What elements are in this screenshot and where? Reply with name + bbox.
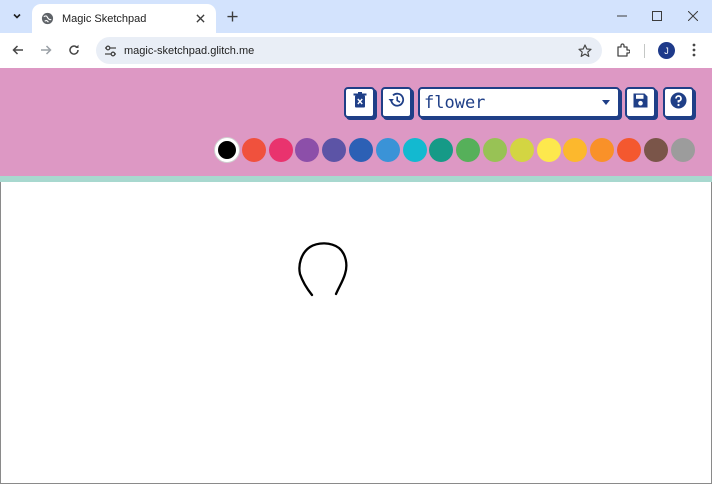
color-swatch[interactable] (482, 138, 507, 162)
browser-tab-strip: Magic Sketchpad (0, 0, 712, 33)
floppy-disk-icon (633, 93, 648, 113)
color-swatch[interactable] (268, 138, 293, 162)
plus-icon[interactable] (224, 8, 240, 24)
history-button[interactable] (381, 87, 412, 118)
puzzle-icon[interactable] (614, 41, 632, 59)
tab-title: Magic Sketchpad (62, 12, 147, 25)
help-button[interactable] (663, 87, 694, 118)
avatar[interactable]: J (658, 42, 675, 59)
toolbar-divider (644, 44, 645, 58)
color-swatch[interactable] (429, 138, 454, 162)
color-swatch[interactable] (322, 138, 347, 162)
minimize-icon[interactable] (611, 7, 633, 25)
color-swatch[interactable] (670, 138, 695, 162)
model-select-value: flower (424, 92, 486, 113)
color-swatch[interactable] (616, 138, 641, 162)
color-swatch[interactable] (563, 138, 588, 162)
chevron-down-icon (602, 100, 610, 105)
help-icon (670, 92, 687, 114)
clear-button[interactable] (344, 87, 375, 118)
browser-toolbar: magic-sketchpad.glitch.me J (0, 33, 712, 68)
browser-tab[interactable]: Magic Sketchpad (32, 4, 216, 33)
maximize-icon[interactable] (646, 7, 668, 25)
color-swatch[interactable] (348, 138, 373, 162)
sketch-drawing (298, 242, 348, 297)
star-icon[interactable] (576, 42, 594, 60)
save-button[interactable] (625, 87, 656, 118)
color-swatch[interactable] (509, 138, 534, 162)
color-palette (215, 137, 697, 163)
kebab-menu-icon[interactable] (686, 41, 702, 59)
tune-icon[interactable] (102, 43, 118, 59)
color-swatch[interactable] (643, 138, 668, 162)
url-text: magic-sketchpad.glitch.me (124, 44, 255, 57)
history-icon (388, 92, 405, 113)
color-swatch[interactable] (456, 138, 481, 162)
reload-icon[interactable] (63, 39, 85, 61)
color-swatch[interactable] (241, 138, 266, 162)
back-arrow-icon[interactable] (7, 39, 29, 61)
color-swatch[interactable] (402, 138, 427, 162)
color-swatch[interactable] (375, 138, 400, 162)
chevron-down-icon[interactable] (6, 6, 28, 26)
close-icon[interactable] (682, 7, 704, 25)
forward-arrow-icon (35, 39, 57, 61)
app-header: flower (0, 68, 712, 176)
address-bar[interactable]: magic-sketchpad.glitch.me (96, 37, 602, 64)
trash-icon (353, 92, 367, 113)
color-swatch[interactable] (295, 138, 320, 162)
drawing-canvas[interactable] (0, 182, 712, 484)
color-swatch[interactable] (536, 138, 561, 162)
model-select[interactable]: flower (418, 87, 620, 118)
close-icon[interactable] (192, 11, 208, 27)
color-swatch[interactable] (590, 138, 615, 162)
color-swatch[interactable] (215, 138, 239, 162)
globe-icon (40, 12, 54, 26)
